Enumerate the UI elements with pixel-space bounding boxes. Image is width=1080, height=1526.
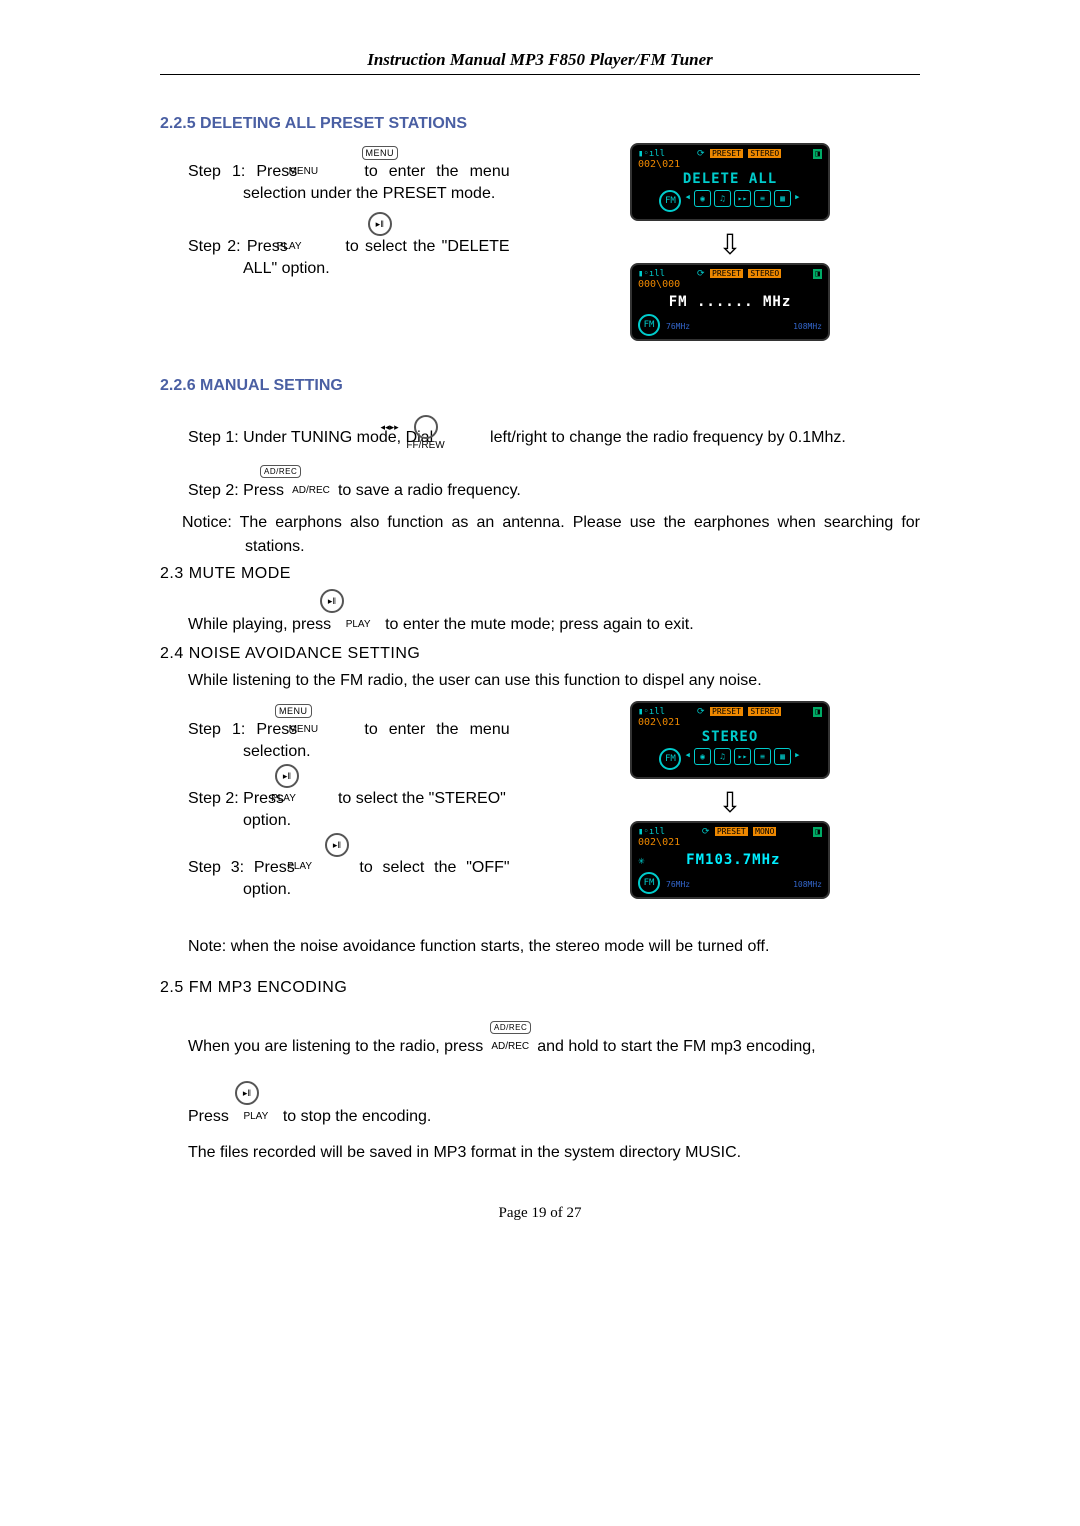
play-label-24-2: PLAY — [305, 862, 350, 872]
adrec-box-icon-2: AD/REC — [490, 1021, 531, 1034]
s226-step1b: left/right to change the radio frequency… — [490, 429, 846, 446]
play-icon-23: ▸‖ — [320, 589, 344, 613]
menu-icon-24: MENU — [275, 704, 312, 718]
s25-1b: and hold to start the FM mp3 encoding, — [537, 1038, 815, 1055]
s226-step2a: Step 2: Press — [188, 482, 284, 499]
s24-step1a: Step 1: Press — [188, 721, 297, 738]
ffrew-icon: ◂◂▸▸ — [414, 415, 438, 439]
lcd-delete-all: ▮◦ıll⟳ PRESET STEREO◨ 002\021 DELETE ALL… — [630, 143, 830, 221]
play-icon-24-1: ▸‖ — [275, 764, 299, 788]
s25-2a: Press — [188, 1108, 229, 1125]
s25-2b: to stop the encoding. — [283, 1108, 432, 1125]
heading-226: 2.2.6 MANUAL SETTING — [160, 377, 920, 395]
s225-step2a: Step 2: Press — [188, 238, 288, 255]
play-label-24-1: PLAY — [289, 794, 334, 804]
adrec-box-icon: AD/REC — [260, 465, 301, 478]
s226-notice: Notice: The earphons also function as an… — [182, 511, 920, 559]
section-24-text: MENU Step 1: Press MENU to enter the men… — [160, 701, 510, 901]
play-label-25: PLAY — [233, 1112, 278, 1122]
heading-25: 2.5 FM MP3 ENCODING — [160, 979, 920, 997]
menu-label-24: MENU — [308, 725, 353, 735]
heading-225: 2.2.5 DELETING ALL PRESET STATIONS — [160, 115, 920, 133]
play-label: PLAY — [294, 242, 339, 252]
play-icon: ▸‖ — [368, 212, 392, 236]
play-label-23: PLAY — [336, 620, 381, 630]
lcd-fm-freq: ▮◦ıll⟳ PRESET MONO◨ 002\021 ✳FM103.7MHz … — [630, 821, 830, 899]
s25-1a: When you are listening to the radio, pre… — [188, 1038, 483, 1055]
adrec-label-2: AD/REC — [488, 1042, 533, 1052]
page-footer: Page 19 of 27 — [160, 1205, 920, 1222]
section-24-screens: ▮◦ıll⟳ PRESET STEREO◨ 002\021 STEREO FM◂… — [540, 701, 920, 905]
lcd-fm-blank: ▮◦ıll⟳ PRESET STEREO◨ 000\000 FM ...... … — [630, 263, 830, 341]
lcd-stereo: ▮◦ıll⟳ PRESET STEREO◨ 002\021 STEREO FM◂… — [630, 701, 830, 779]
play-icon-25: ▸‖ — [235, 1081, 259, 1105]
s23-b: to enter the mute mode; press again to e… — [385, 616, 694, 633]
menu-label: MENU — [308, 167, 353, 177]
page-header: Instruction Manual MP3 F850 Player/FM Tu… — [160, 50, 920, 75]
play-icon-24-2: ▸‖ — [325, 833, 349, 857]
heading-24: 2.4 NOISE AVOIDANCE SETTING — [160, 645, 920, 663]
s24-step2a: Step 2: Press — [188, 790, 284, 807]
ffrew-label: FF/REW — [438, 441, 486, 451]
adrec-label: AD/REC — [289, 486, 334, 496]
menu-icon: MENU — [362, 146, 399, 160]
s24-step3a: Step 3: Press — [188, 859, 295, 876]
s24-intro: While listening to the FM radio, the use… — [188, 669, 920, 693]
s226-step2b: to save a radio frequency. — [338, 482, 521, 499]
arrow-down-icon-2: ⇩ — [540, 789, 920, 817]
section-225-screens: ▮◦ıll⟳ PRESET STEREO◨ 002\021 DELETE ALL… — [540, 143, 920, 347]
heading-23: 2.3 MUTE MODE — [160, 565, 920, 583]
arrow-down-icon: ⇩ — [540, 231, 920, 259]
s25-footer-line: The files recorded will be saved in MP3 … — [188, 1141, 920, 1165]
s24-note: Note: when the noise avoidance function … — [188, 935, 920, 959]
section-225-text: MENU Step 1: Press MENU to enter the men… — [160, 143, 510, 281]
s23-a: While playing, press — [188, 616, 331, 633]
s225-step1a: Step 1: Press — [188, 163, 297, 180]
